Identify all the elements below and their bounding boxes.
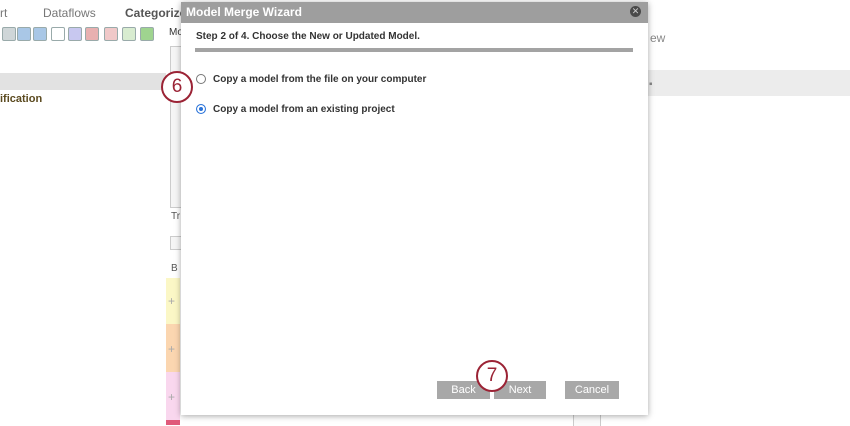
- plus-icon[interactable]: +: [168, 294, 175, 308]
- category-strip-red[interactable]: [166, 420, 180, 425]
- cancel-button[interactable]: Cancel: [565, 381, 619, 399]
- toolbar-tree-icon[interactable]: [51, 27, 65, 41]
- toolbar-list-icon[interactable]: [122, 27, 136, 41]
- tab-categorize[interactable]: Categorize: [125, 6, 186, 20]
- step-divider: [195, 48, 633, 52]
- toolbar-grid-icon[interactable]: [68, 27, 82, 41]
- callout-6: 6: [161, 71, 193, 103]
- radio-copy-from-project[interactable]: [196, 104, 206, 114]
- right-panel-title: ew: [650, 31, 666, 45]
- tab-dataflows[interactable]: Dataflows: [43, 6, 96, 20]
- toolbar-down-icon[interactable]: [33, 27, 47, 41]
- radio-copy-from-file[interactable]: [196, 74, 206, 84]
- callout-7: 7: [476, 360, 508, 392]
- close-icon[interactable]: ✕: [630, 6, 641, 17]
- right-panel-marker: ▪: [649, 79, 653, 90]
- option-label-copy-from-project[interactable]: Copy a model from an existing project: [213, 104, 395, 115]
- dialog-title: Model Merge Wizard: [186, 5, 302, 19]
- right-panel-header: [648, 70, 850, 96]
- model-merge-wizard-dialog: Model Merge Wizard ✕ Step 2 of 4. Choose…: [181, 2, 648, 415]
- step-instruction: Step 2 of 4. Choose the New or Updated M…: [196, 31, 420, 42]
- plus-icon[interactable]: +: [168, 390, 175, 404]
- side-fragment-tr: Tr: [171, 211, 181, 222]
- toolbar-up-icon[interactable]: [17, 27, 31, 41]
- option-label-copy-from-file[interactable]: Copy a model from the file on your compu…: [213, 74, 426, 85]
- side-fragment-b: B: [171, 263, 178, 274]
- plus-icon[interactable]: +: [168, 342, 175, 356]
- toolbar-pdf-icon[interactable]: [104, 27, 118, 41]
- tab-report[interactable]: rt: [0, 6, 7, 20]
- toolbar-refresh-icon[interactable]: [140, 27, 154, 41]
- toolbar-tool-icon[interactable]: [2, 27, 16, 41]
- left-panel-header: [0, 73, 166, 90]
- left-panel-heading: ification: [0, 93, 43, 105]
- toolbar-export-icon[interactable]: [85, 27, 99, 41]
